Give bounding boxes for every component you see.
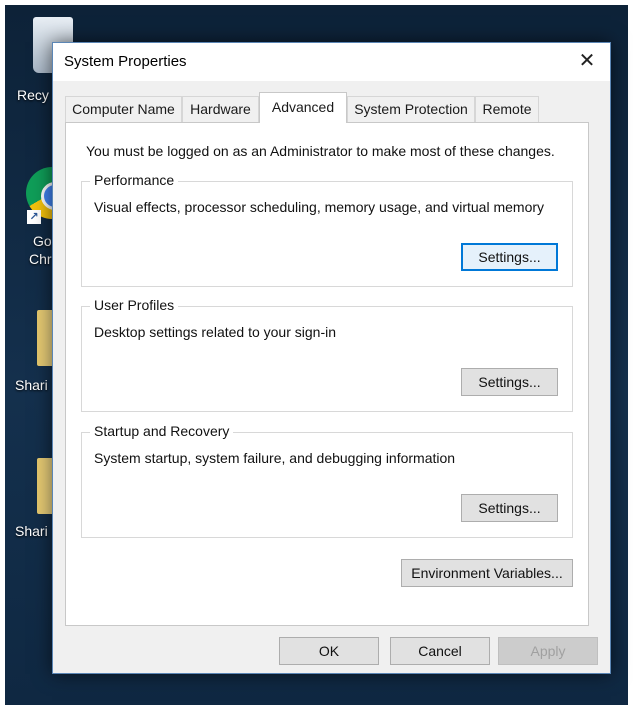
dialog-title: System Properties [64, 53, 187, 70]
group-title: Startup and Recovery [90, 423, 234, 439]
tab-advanced[interactable]: Advanced [259, 92, 347, 123]
advanced-tab-panel: You must be logged on as an Administrato… [65, 122, 589, 626]
system-properties-dialog: System Properties ✕ Computer Name Hardwa… [52, 42, 611, 674]
group-description: System startup, system failure, and debu… [94, 450, 456, 466]
ok-button[interactable]: OK [279, 637, 379, 665]
chrome-label-line1: Go [33, 233, 52, 249]
group-description: Desktop settings related to your sign-in [94, 324, 337, 340]
tab-remote[interactable]: Remote [475, 96, 539, 122]
recycle-bin-label: Recy [17, 87, 49, 103]
performance-settings-button[interactable]: Settings... [461, 243, 558, 271]
shared-folder-label-2: Shari [15, 523, 48, 539]
startup-recovery-group: Startup and Recovery System startup, sys… [81, 423, 573, 538]
startup-recovery-settings-button[interactable]: Settings... [461, 494, 558, 522]
apply-button[interactable]: Apply [498, 637, 598, 665]
close-icon[interactable]: ✕ [564, 43, 610, 81]
admin-notice: You must be logged on as an Administrato… [86, 143, 555, 159]
group-description: Visual effects, processor scheduling, me… [94, 199, 545, 215]
cancel-button[interactable]: Cancel [390, 637, 490, 665]
user-profiles-group: User Profiles Desktop settings related t… [81, 297, 573, 412]
group-title: User Profiles [90, 297, 179, 313]
user-profiles-settings-button[interactable]: Settings... [461, 368, 558, 396]
title-bar[interactable]: System Properties ✕ [53, 43, 610, 81]
performance-group: Performance Visual effects, processor sc… [81, 172, 573, 287]
chrome-label-line2: Chr [29, 251, 52, 267]
tab-system-protection[interactable]: System Protection [347, 96, 475, 122]
group-title: Performance [90, 172, 179, 188]
shared-folder-label-1: Shari [15, 377, 48, 393]
shortcut-arrow-icon: ↗ [27, 210, 41, 224]
tab-computer-name[interactable]: Computer Name [65, 96, 182, 122]
tab-hardware[interactable]: Hardware [182, 96, 259, 122]
environment-variables-button[interactable]: Environment Variables... [401, 559, 573, 587]
